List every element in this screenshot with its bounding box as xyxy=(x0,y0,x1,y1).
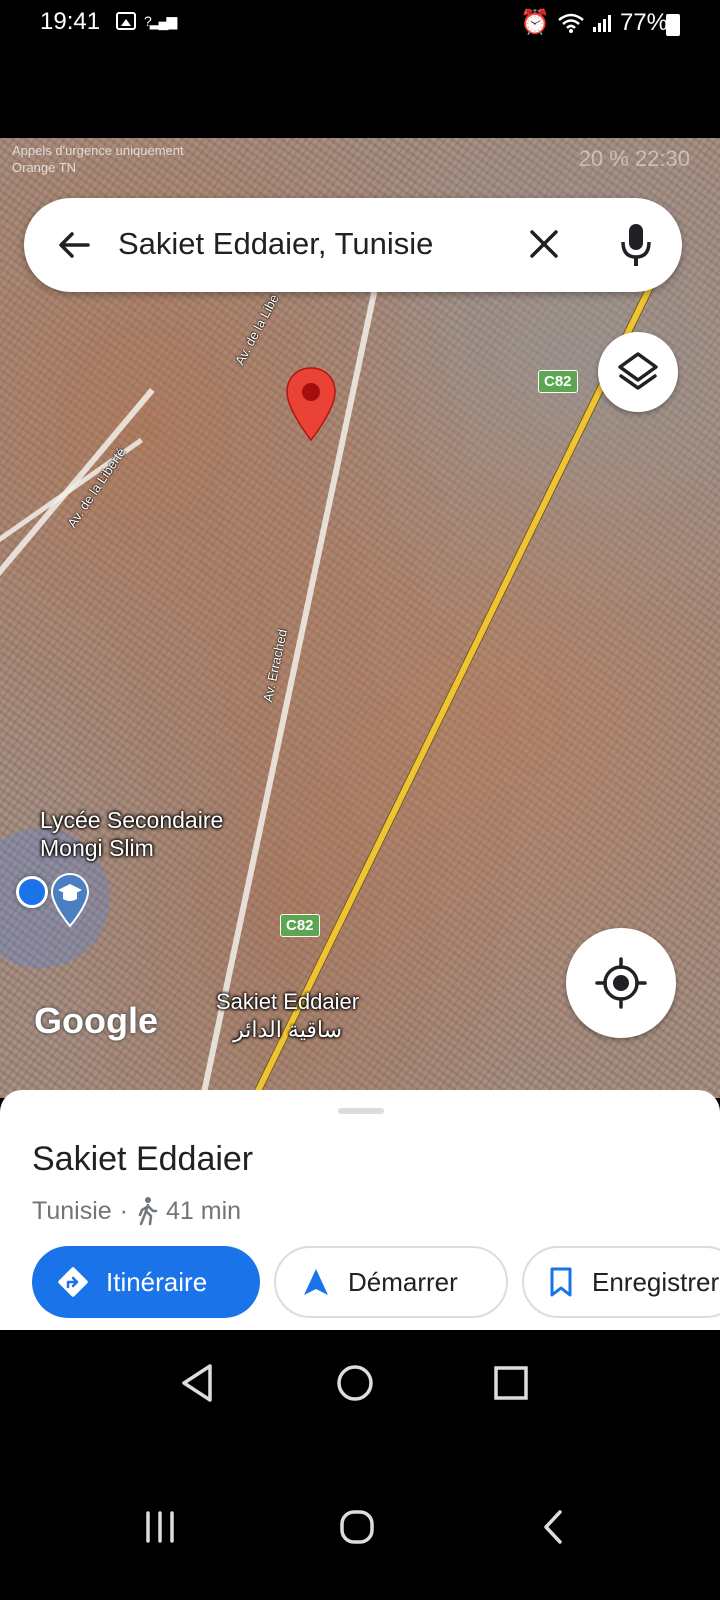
map-view[interactable]: Appels d'urgence uniquement Orange TN 20… xyxy=(0,138,720,1098)
status-bar: 19:41 ?▂▄▆ ⏰ 77% xyxy=(0,0,720,46)
cell-signal-icon xyxy=(592,14,611,32)
navigation-arrow-icon xyxy=(304,1269,328,1295)
start-button[interactable]: Démarrer xyxy=(274,1246,508,1318)
back-icon[interactable] xyxy=(538,1508,566,1546)
town-label[interactable]: Sakiet Eddaier ساقية الدائر xyxy=(216,988,359,1044)
signal-notification-icon: ?▂▄▆ xyxy=(144,13,177,29)
current-location-dot xyxy=(16,876,48,908)
school-icon[interactable] xyxy=(50,872,90,928)
back-triangle-icon[interactable] xyxy=(178,1362,218,1404)
alarm-icon: ⏰ xyxy=(520,9,550,36)
navigation-area xyxy=(0,1330,720,1600)
map-ghost-status-right: 20 % 22:30 xyxy=(578,146,690,171)
search-bar[interactable]: Sakiet Eddaier, Tunisie xyxy=(24,198,682,292)
walking-icon xyxy=(138,1197,158,1226)
layers-icon xyxy=(618,352,658,390)
place-country: Tunisie xyxy=(32,1196,112,1225)
recents-square-icon[interactable] xyxy=(492,1364,530,1402)
start-label: Démarrer xyxy=(348,1266,458,1297)
bookmark-icon xyxy=(550,1267,572,1297)
recent-apps-icon[interactable] xyxy=(142,1510,178,1544)
place-subtitle: Tunisie · 41 min xyxy=(32,1196,241,1226)
poi-label-school[interactable]: Lycée Secondaire Mongi Slim xyxy=(40,806,223,862)
route-shield-c82-top: C82 xyxy=(538,370,578,393)
walk-time: 41 min xyxy=(166,1196,242,1225)
directions-button[interactable]: Itinéraire xyxy=(32,1246,260,1318)
top-black-band xyxy=(0,46,720,138)
road-label-liberte-top: Av. de la Libe xyxy=(231,291,282,368)
wifi-icon xyxy=(558,13,584,33)
sheet-drag-handle[interactable] xyxy=(338,1108,384,1114)
save-label: Enregistrer xyxy=(592,1266,720,1297)
clear-icon[interactable] xyxy=(524,224,564,264)
status-left-icons: ?▂▄▆ xyxy=(116,12,177,30)
home-icon[interactable] xyxy=(338,1508,376,1546)
my-location-button[interactable] xyxy=(566,928,676,1038)
place-bottom-sheet[interactable]: Sakiet Eddaier Tunisie · 41 min Itinérai… xyxy=(0,1090,720,1330)
save-button[interactable]: Enregistrer xyxy=(522,1246,720,1318)
search-query[interactable]: Sakiet Eddaier, Tunisie xyxy=(118,226,433,262)
separator-dot: · xyxy=(119,1196,128,1225)
crosshair-icon xyxy=(595,957,647,1009)
back-arrow-icon[interactable] xyxy=(54,225,94,265)
status-time: 19:41 xyxy=(40,8,101,35)
route-shield-c82-bottom: C82 xyxy=(280,914,320,937)
battery-icon xyxy=(666,14,680,36)
microphone-icon[interactable] xyxy=(618,222,654,268)
map-ghost-status: Appels d'urgence uniquement Orange TN xyxy=(12,143,184,175)
directions-label: Itinéraire xyxy=(106,1266,208,1297)
battery-percent: 77% xyxy=(619,8,668,36)
directions-icon xyxy=(58,1267,88,1297)
status-right: ⏰ 77% xyxy=(520,8,668,37)
google-logo: Google xyxy=(34,1000,158,1041)
place-title: Sakiet Eddaier xyxy=(32,1140,254,1178)
map-layers-button[interactable] xyxy=(598,332,678,412)
home-circle-icon[interactable] xyxy=(334,1362,376,1404)
gallery-notification-icon xyxy=(116,12,136,30)
location-pin-icon[interactable] xyxy=(284,366,338,442)
